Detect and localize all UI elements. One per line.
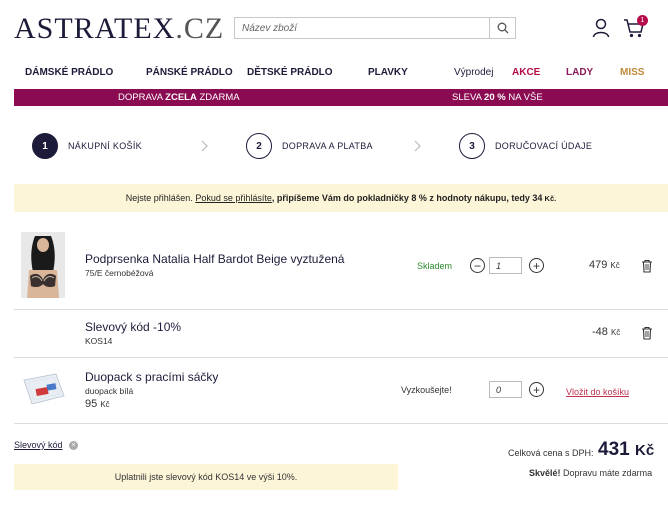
qty-input[interactable]	[489, 381, 522, 398]
discount-amount: -48 Kč	[592, 326, 621, 338]
qty-input[interactable]	[489, 257, 522, 274]
free-shipping-message: Skvělé! Dopravu máte zdarma	[529, 468, 653, 478]
step-shipping[interactable]: 2 DOPRAVA A PLATBA	[246, 133, 373, 159]
site-logo[interactable]: ASTRATEX.CZ	[14, 12, 224, 46]
coupon-applied-message: Uplatnili jste slevový kód KOS14 ve výši…	[14, 464, 398, 490]
product-name[interactable]: Duopack s pracími sáčky	[85, 370, 218, 384]
promo-discount: SLEVA 20 % NA VŠE	[452, 92, 543, 103]
search-box	[234, 17, 516, 39]
trash-icon[interactable]	[641, 326, 653, 340]
product-image-laundry-bags[interactable]	[20, 370, 68, 408]
promo-bar: DOPRAVA ZCELA ZDARMA SLEVA 20 % NA VŠE	[14, 89, 668, 106]
search-input[interactable]	[235, 18, 489, 38]
qty-increase-button[interactable]: +	[529, 258, 544, 273]
nav-miss[interactable]: MISS	[620, 67, 644, 78]
step-delivery[interactable]: 3 DORUČOVACÍ ÚDAJE	[459, 133, 592, 159]
discount-code: KOS14	[85, 336, 113, 346]
stock-status: Skladem	[417, 261, 453, 271]
step-number: 1	[32, 133, 58, 159]
nav-detske-pradlo[interactable]: DĚTSKÉ PRÁDLO	[247, 67, 333, 78]
step-number: 3	[459, 133, 485, 159]
step-number: 2	[246, 133, 272, 159]
login-notice: Nejste přihlášen. Pokud se přihlásíte, p…	[14, 184, 668, 212]
promo-free-shipping: DOPRAVA ZCELA ZDARMA	[118, 92, 240, 103]
chevron-right-icon	[201, 140, 208, 152]
logo-main: ASTRATEX	[14, 12, 176, 45]
nav-akce[interactable]: AKCE	[512, 67, 540, 78]
nav-damske-pradlo[interactable]: DÁMSKÉ PRÁDLO	[25, 67, 113, 78]
step-label: NÁKUPNÍ KOŠÍK	[68, 141, 142, 151]
discount-row: Slevový kód -10% KOS14 -48 Kč	[14, 310, 668, 358]
total-label: Celková cena s DPH:	[508, 448, 594, 458]
add-to-cart-link[interactable]: Vložit do košíku	[566, 387, 629, 397]
chevron-right-icon	[414, 140, 421, 152]
nav-plavky[interactable]: PLAVKY	[368, 67, 408, 78]
product-image-bra[interactable]	[21, 232, 65, 298]
product-price: 479 Kč	[589, 259, 620, 271]
close-icon[interactable]: ×	[69, 441, 78, 450]
step-cart[interactable]: 1 NÁKUPNÍ KOŠÍK	[32, 133, 142, 159]
trash-icon[interactable]	[641, 259, 653, 273]
step-label: DORUČOVACÍ ÚDAJE	[495, 141, 593, 151]
nav-lady[interactable]: LADY	[566, 67, 593, 78]
nav-vyprodej[interactable]: Výprodej	[454, 67, 493, 78]
step-label: DOPRAVA A PLATBA	[282, 141, 373, 151]
nav-panske-pradlo[interactable]: PÁNSKÉ PRÁDLO	[146, 67, 233, 78]
user-icon[interactable]	[592, 18, 610, 38]
logo-suffix: .CZ	[175, 12, 225, 45]
upsell-row: Duopack s pracími sáčky duopack bílá 95 …	[14, 358, 668, 424]
qty-increase-button[interactable]: +	[529, 382, 544, 397]
total-price: 431 Kč	[598, 439, 655, 460]
cart-count-badge: 1	[637, 15, 648, 26]
product-name[interactable]: Podprsenka Natalia Half Bardot Beige vyz…	[85, 252, 344, 266]
cart-item-row: Podprsenka Natalia Half Bardot Beige vyz…	[14, 224, 668, 310]
coupon-code-link[interactable]: Slevový kód	[14, 440, 63, 450]
search-icon	[497, 22, 508, 34]
qty-decrease-button[interactable]: −	[470, 258, 485, 273]
product-variant: 75/E černobéžová	[85, 268, 154, 278]
try-label: Vyzkoušejte!	[401, 385, 452, 395]
cart-button[interactable]: 1	[623, 15, 648, 39]
product-price: 95 Kč	[85, 398, 110, 410]
login-link[interactable]: Pokud se přihlásíte	[195, 193, 272, 203]
main-nav: DÁMSKÉ PRÁDLO PÁNSKÉ PRÁDLO DĚTSKÉ PRÁDL…	[0, 60, 668, 86]
search-button[interactable]	[489, 18, 515, 38]
discount-name: Slevový kód -10%	[85, 320, 182, 334]
product-variant: duopack bílá	[85, 386, 134, 396]
